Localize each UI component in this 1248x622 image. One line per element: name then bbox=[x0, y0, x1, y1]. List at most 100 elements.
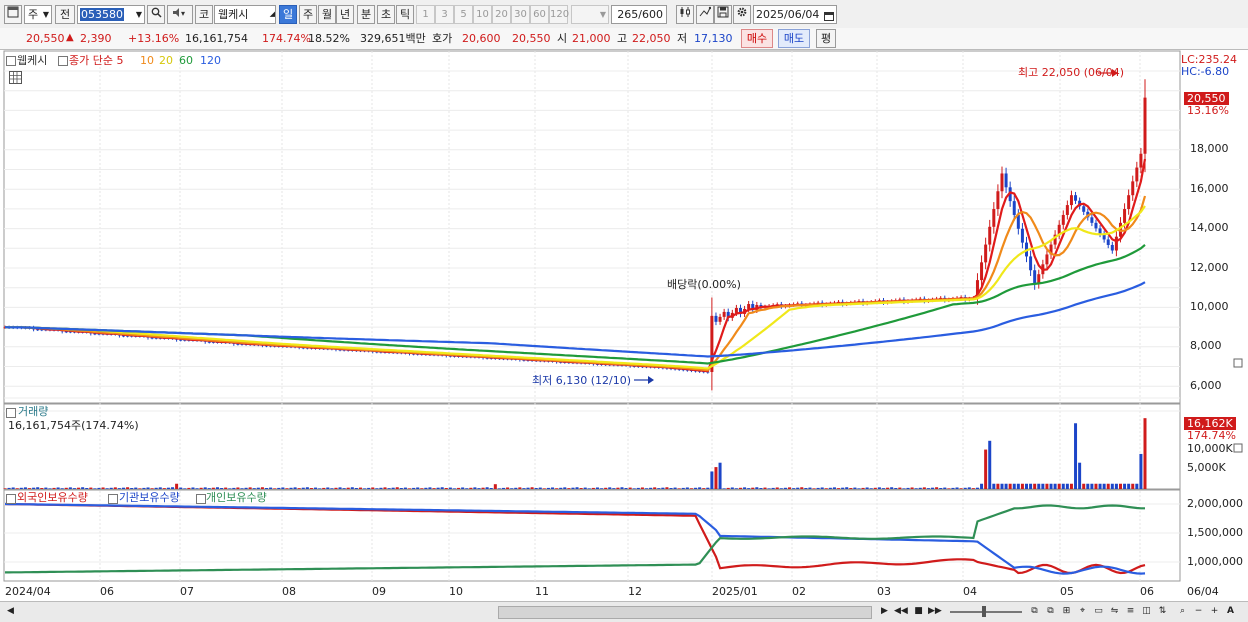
volume-bar bbox=[996, 483, 1000, 489]
volume-bar bbox=[673, 487, 677, 489]
candle-body bbox=[1016, 214, 1020, 229]
stop-icon[interactable]: ■ bbox=[912, 605, 925, 618]
volume-bar bbox=[36, 487, 40, 489]
volume-bar bbox=[943, 487, 947, 489]
bottom-scrollbar[interactable]: ◀ ▶ ◀◀ ■ ▶▶ ⧉ ⧉ ⊞ ⌖ ▭ ⇋ ≡ ◫ ⇅ ⌕ − + A bbox=[0, 601, 1248, 622]
panel-close-icon bbox=[1233, 358, 1243, 368]
volume-bar bbox=[583, 487, 587, 489]
candle-body bbox=[988, 226, 992, 245]
interval-dropdown[interactable]: ▼ bbox=[571, 5, 609, 24]
period-button[interactable]: 년 bbox=[336, 5, 354, 24]
market-select[interactable]: 주 ▼ bbox=[24, 5, 52, 24]
search-icon[interactable] bbox=[147, 5, 165, 24]
volume-bar bbox=[236, 487, 240, 489]
speaker-icon[interactable]: ▾ bbox=[167, 5, 193, 24]
interval-button[interactable]: 20 bbox=[492, 5, 511, 24]
zoom-slider-handle[interactable] bbox=[982, 606, 986, 617]
period-button[interactable]: 틱 bbox=[396, 5, 414, 24]
volume-bar bbox=[551, 487, 555, 489]
volume-bar bbox=[367, 487, 371, 489]
volume-bar bbox=[975, 487, 979, 489]
grid-icon[interactable] bbox=[9, 71, 22, 84]
layout-icon[interactable]: ▭ bbox=[1092, 605, 1105, 618]
volume-bar bbox=[575, 487, 579, 489]
code-input[interactable]: 053580 ▼ bbox=[77, 5, 145, 24]
candle-settings-icon[interactable] bbox=[676, 5, 694, 24]
zoom-slider[interactable] bbox=[950, 611, 1022, 613]
interval-button[interactable]: 120 bbox=[549, 5, 569, 24]
crosshair-icon[interactable]: ⌖ bbox=[1076, 605, 1089, 618]
period-button[interactable]: 분 bbox=[357, 5, 375, 24]
period-button[interactable]: 주 bbox=[299, 5, 317, 24]
chart-type-icon[interactable]: ◫ bbox=[1140, 605, 1153, 618]
volume-bar bbox=[955, 487, 959, 489]
gear-icon[interactable] bbox=[733, 5, 751, 24]
tile-icon[interactable]: ⊞ bbox=[1060, 605, 1073, 618]
interval-button[interactable]: 3 bbox=[435, 5, 454, 24]
volume-bar bbox=[759, 488, 763, 489]
rewind-icon[interactable]: ◀◀ bbox=[894, 605, 908, 618]
volume-bar bbox=[318, 488, 322, 489]
volume-tick-5000k: 5,000K bbox=[1187, 461, 1226, 474]
x-axis-label: 05 bbox=[1060, 585, 1074, 598]
save-icon[interactable] bbox=[714, 5, 732, 24]
volume-bar bbox=[15, 488, 19, 489]
fast-forward-icon[interactable]: ▶▶ bbox=[928, 605, 942, 618]
candle-body bbox=[1082, 206, 1086, 212]
volume-bar bbox=[289, 487, 293, 489]
volume-tick-10000k: 10,000K bbox=[1187, 442, 1233, 455]
volume-bar bbox=[857, 488, 861, 489]
period-button[interactable]: 월 bbox=[318, 5, 336, 24]
date-field[interactable]: 2025/06/04 bbox=[753, 5, 837, 24]
eval-button[interactable]: 평 bbox=[816, 29, 836, 48]
compare-icon[interactable]: ⇋ bbox=[1108, 605, 1121, 618]
volume-bar bbox=[767, 488, 771, 489]
zoom-search-icon[interactable]: ⌕ bbox=[1176, 605, 1189, 618]
scroll-thumb[interactable] bbox=[498, 606, 872, 619]
volume-bar bbox=[72, 488, 76, 489]
sort-icon[interactable]: ⇅ bbox=[1156, 605, 1169, 618]
volume-bar bbox=[93, 488, 97, 489]
volume-bar bbox=[726, 487, 730, 489]
volume-bar bbox=[1020, 483, 1024, 489]
scroll-right-icon[interactable]: ▶ bbox=[878, 605, 891, 618]
window-small-icon[interactable]: ⧉ bbox=[1028, 605, 1041, 618]
volume-bar bbox=[1041, 483, 1045, 489]
volume-bar bbox=[837, 488, 841, 489]
volume-bar bbox=[1114, 483, 1118, 489]
volume-bar bbox=[101, 487, 105, 489]
volume-bar bbox=[522, 488, 526, 489]
volume-bar bbox=[1118, 483, 1122, 489]
zoom-in-icon[interactable]: + bbox=[1208, 605, 1221, 618]
window-icon[interactable] bbox=[4, 5, 22, 24]
period-button[interactable]: 일 bbox=[279, 5, 297, 24]
x-axis-label: 04 bbox=[963, 585, 977, 598]
stock-chart[interactable] bbox=[0, 49, 1248, 601]
interval-button[interactable]: 5 bbox=[454, 5, 473, 24]
count-field[interactable]: 265/600 bbox=[611, 5, 667, 24]
period-button[interactable]: 초 bbox=[377, 5, 395, 24]
interval-button[interactable]: 10 bbox=[473, 5, 492, 24]
buy-button[interactable]: 매수 bbox=[741, 29, 773, 48]
x-axis-label: 10 bbox=[449, 585, 463, 598]
scroll-left-icon[interactable]: ◀ bbox=[4, 605, 17, 618]
interval-button[interactable]: 1 bbox=[416, 5, 435, 24]
svg-text:▾: ▾ bbox=[181, 9, 185, 18]
interval-button[interactable]: 30 bbox=[511, 5, 530, 24]
x-axis-label: 09 bbox=[372, 585, 386, 598]
auto-scale-icon[interactable]: A bbox=[1224, 605, 1237, 618]
sell-button[interactable]: 매도 bbox=[778, 29, 810, 48]
draw-icon[interactable] bbox=[696, 5, 714, 24]
volume-bar bbox=[649, 487, 653, 489]
volume-bar bbox=[992, 483, 996, 489]
volume-bar bbox=[510, 488, 514, 489]
interval-button[interactable]: 60 bbox=[530, 5, 549, 24]
stock-name-field[interactable]: 웹케시 ◢ bbox=[214, 5, 276, 24]
volume-bar bbox=[277, 487, 281, 489]
zoom-out-icon[interactable]: − bbox=[1192, 605, 1205, 618]
main-toolbar: 주 ▼ 전 053580 ▼ ▾ 코 웹케시 ◢ 일주월년분초틱 1 3 5 10 20 30 6… bbox=[0, 0, 1248, 29]
list-icon[interactable]: ≡ bbox=[1124, 605, 1137, 618]
prev-button[interactable]: 전 bbox=[55, 5, 75, 24]
window-copy-icon[interactable]: ⧉ bbox=[1044, 605, 1057, 618]
volume-bar bbox=[722, 488, 726, 489]
